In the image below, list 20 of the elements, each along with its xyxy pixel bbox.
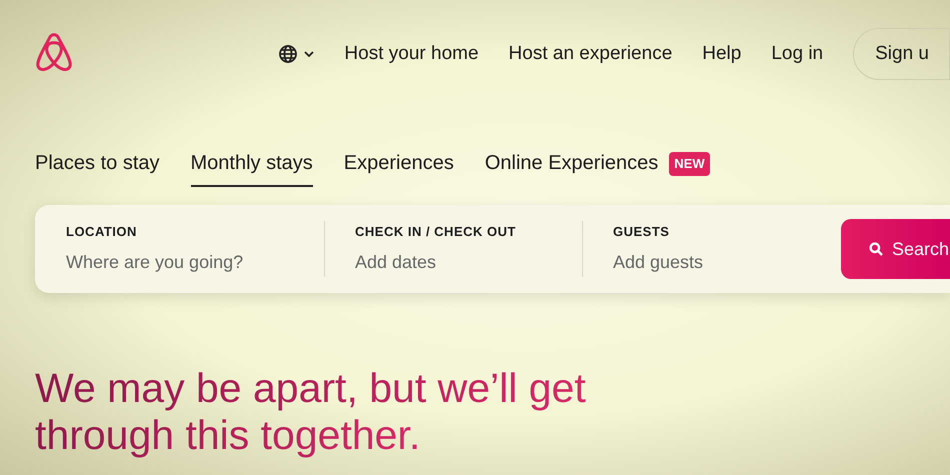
- search-field[interactable]: Add guests: [613, 249, 841, 276]
- nav-link[interactable]: Log in: [771, 40, 824, 68]
- nav-link[interactable]: Help: [702, 40, 742, 68]
- caret-icon[interactable]: [304, 51, 314, 57]
- new-badge: NEW: [669, 152, 710, 176]
- nav-link[interactable]: Host your home: [344, 40, 479, 68]
- search-icon: [869, 242, 883, 256]
- nav-link[interactable]: Host an experience: [508, 40, 672, 68]
- tab[interactable]: Places to stay: [35, 108, 160, 187]
- field-label: CHECK IN / CHECK OUT: [355, 222, 517, 241]
- sign-up-button[interactable]: Sign u: [853, 28, 950, 80]
- search-button[interactable]: Search: [841, 219, 950, 279]
- field-label: LOCATION: [66, 222, 138, 241]
- search-field[interactable]: Add dates: [355, 249, 583, 276]
- search-field[interactable]: Where are you going?: [66, 249, 325, 276]
- globe-icon[interactable]: [278, 44, 298, 64]
- field-label: GUESTS: [613, 222, 670, 241]
- tab[interactable]: Online Experiences: [484, 108, 658, 187]
- tab[interactable]: Experiences: [344, 108, 454, 187]
- tab[interactable]: Monthly stays: [190, 108, 313, 187]
